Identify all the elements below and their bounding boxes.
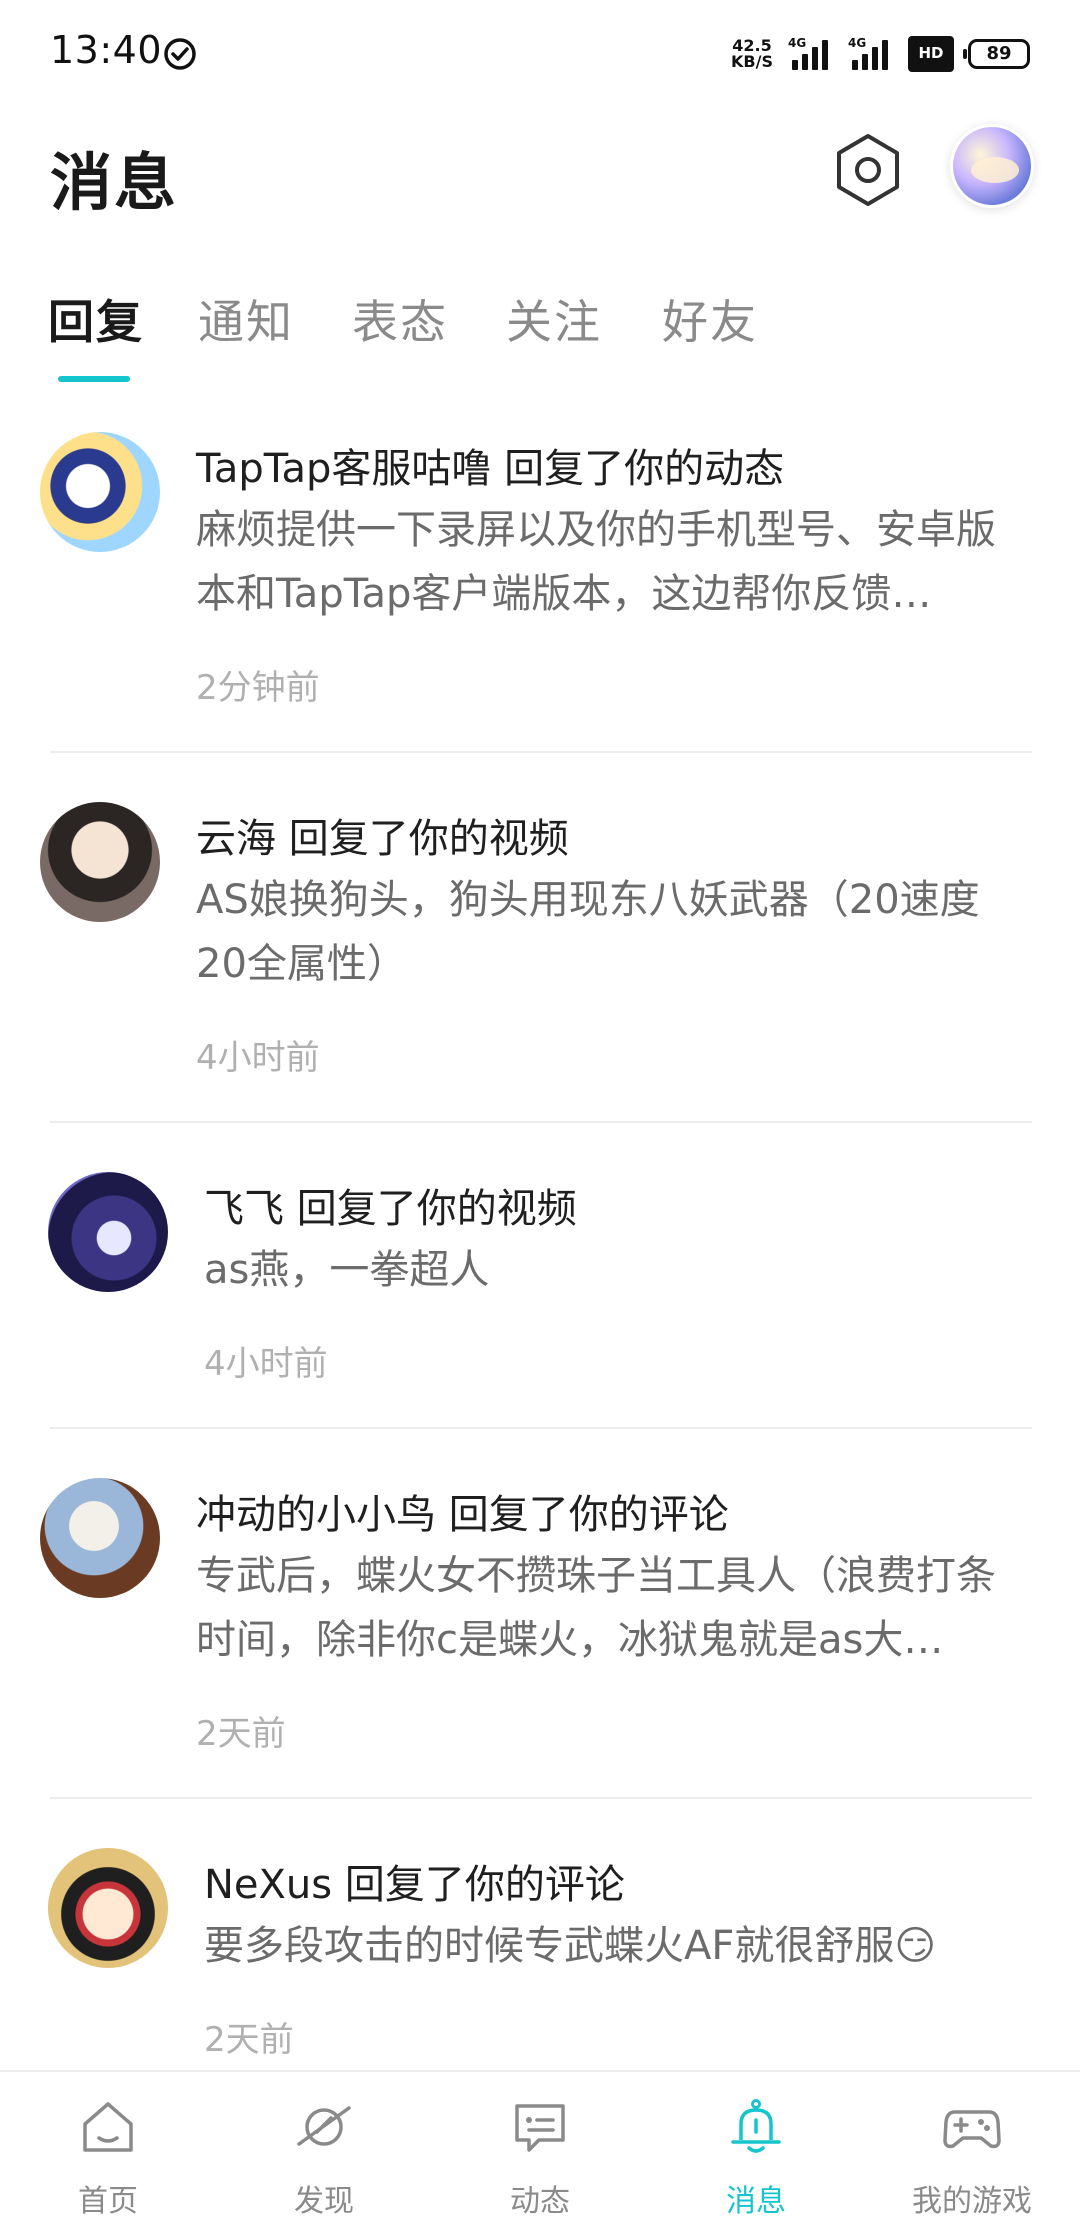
chat-icon: [515, 2104, 565, 2152]
network-speed: 42.5 KB/S: [730, 38, 774, 70]
tab-reactions[interactable]: 表态: [352, 286, 448, 352]
settings-icon[interactable]: [830, 132, 906, 208]
nav-messages[interactable]: 消息: [648, 2072, 864, 2232]
message-title: NeXus 回复了你的评论: [204, 1862, 625, 1908]
profile-avatar[interactable]: [950, 124, 1034, 208]
avatar[interactable]: [40, 1478, 160, 1598]
status-time: 13:40: [50, 28, 163, 72]
bottom-nav: 首页 发现 动态 消息 我的游戏: [0, 2070, 1080, 2232]
planet-icon: [297, 2106, 351, 2146]
status-bar: 13:40 42.5 KB/S 4G 4G HD 89: [0, 0, 1080, 110]
nav-label: 动态: [510, 2184, 570, 2219]
nav-label: 消息: [726, 2184, 786, 2219]
signal-icon: 4G: [788, 36, 834, 72]
bell-icon: [731, 2099, 781, 2153]
message-item[interactable]: 云海 回复了你的视频 AS娘换狗头，狗头用现东八妖武器（20速度20全属性） 4…: [0, 780, 1080, 1120]
page-title: 消息: [50, 146, 179, 219]
message-time: 2分钟前: [196, 668, 320, 708]
divider: [50, 751, 1032, 753]
tab-following[interactable]: 关注: [506, 286, 602, 352]
avatar[interactable]: [40, 802, 160, 922]
signal-icon: 4G: [848, 36, 894, 72]
message-title: 飞飞 回复了你的视频: [204, 1186, 577, 1232]
hd-voice-icon: HD: [908, 36, 954, 72]
message-time: 4小时前: [196, 1038, 320, 1078]
nav-feed[interactable]: 动态: [432, 2072, 648, 2232]
battery-icon: 89: [963, 39, 1030, 69]
avatar[interactable]: [40, 432, 160, 552]
message-body: 专武后，蝶火女不攒珠子当工具人（浪费打条时间，除非你c是蝶火，冰狱鬼就是as大…: [196, 1553, 996, 1663]
tab-notifications[interactable]: 通知: [198, 286, 294, 352]
message-title: TapTap客服咕噜 回复了你的动态: [196, 446, 785, 492]
message-body: AS娘换狗头，狗头用现东八妖武器（20速度20全属性）: [196, 877, 980, 987]
check-circle-icon: [164, 38, 196, 70]
message-item[interactable]: 飞飞 回复了你的视频 as燕，一拳超人 4小时前: [0, 1150, 1080, 1430]
gamepad-icon: [943, 2110, 1001, 2149]
network-speed-unit: KB/S: [731, 52, 773, 71]
nav-my-games[interactable]: 我的游戏: [864, 2072, 1080, 2232]
nav-label: 首页: [78, 2184, 138, 2219]
divider: [50, 1797, 1032, 1799]
message-item[interactable]: TapTap客服咕噜 回复了你的动态 麻烦提供一下录屏以及你的手机型号、安卓版本…: [0, 410, 1080, 750]
tab-replies[interactable]: 回复: [48, 286, 144, 352]
page-header: 消息: [0, 110, 1080, 280]
message-title: 冲动的小小鸟 回复了你的评论: [196, 1492, 729, 1538]
nav-label: 发现: [294, 2184, 354, 2219]
message-item[interactable]: 冲动的小小鸟 回复了你的评论 专武后，蝶火女不攒珠子当工具人（浪费打条时间，除非…: [0, 1456, 1080, 1796]
nav-label: 我的游戏: [912, 2184, 1032, 2219]
avatar[interactable]: [48, 1172, 168, 1292]
nav-home[interactable]: 首页: [0, 2072, 216, 2232]
message-time: 2天前: [196, 1714, 286, 1754]
message-body: 麻烦提供一下录屏以及你的手机型号、安卓版本和TapTap客户端版本，这边帮你反馈…: [196, 507, 996, 617]
signal-gen-label: 4G: [848, 36, 867, 50]
message-time: 2天前: [204, 2020, 294, 2060]
divider: [50, 1121, 1032, 1123]
tab-active-indicator: [58, 376, 130, 382]
status-indicators: 42.5 KB/S 4G 4G HD 89: [730, 34, 1030, 74]
message-body: 要多段攻击的时候专武蝶火AF就很舒服😏: [204, 1923, 937, 1969]
message-title: 云海 回复了你的视频: [196, 816, 569, 862]
signal-gen-label: 4G: [788, 36, 807, 50]
message-item[interactable]: NeXus 回复了你的评论 要多段攻击的时候专武蝶火AF就很舒服😏 2天前: [0, 1826, 1080, 2070]
message-tabs: 回复 通知 表态 关注 好友: [0, 280, 1080, 390]
message-time: 4小时前: [204, 1344, 328, 1384]
home-icon: [83, 2102, 133, 2152]
nav-discover[interactable]: 发现: [216, 2072, 432, 2232]
message-body: as燕，一拳超人: [204, 1247, 490, 1293]
tab-friends[interactable]: 好友: [662, 286, 758, 352]
divider: [50, 1427, 1032, 1429]
avatar[interactable]: [48, 1848, 168, 1968]
